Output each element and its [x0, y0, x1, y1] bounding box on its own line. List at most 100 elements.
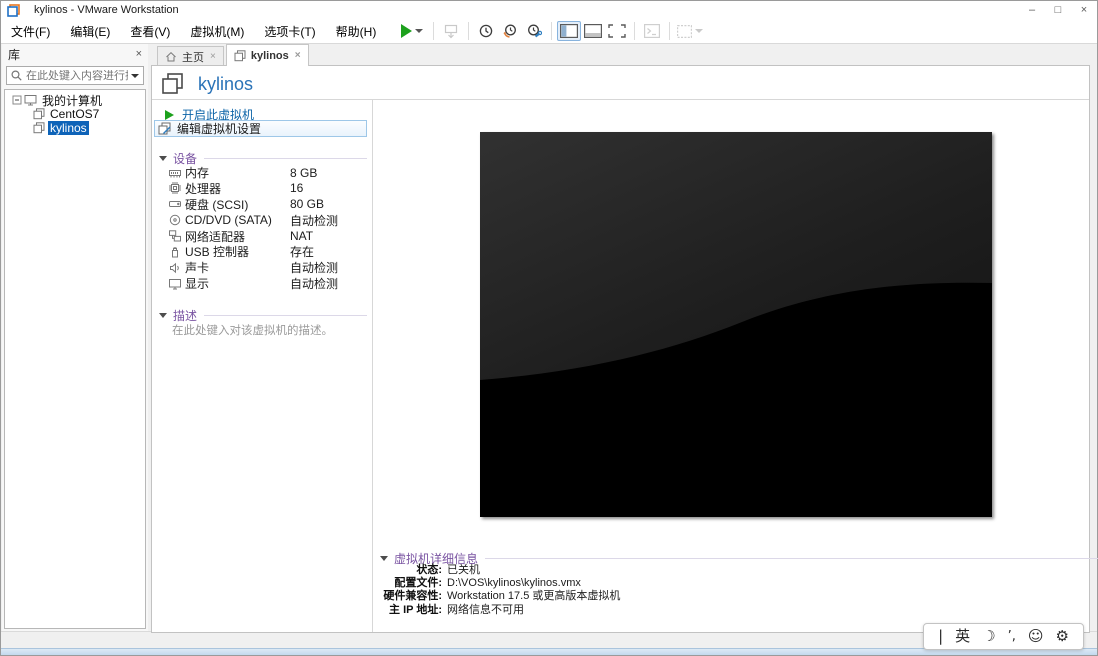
device-row-memory[interactable]: 内存 8 GB — [169, 164, 369, 180]
ime-moon-icon[interactable]: ☽ — [982, 624, 995, 649]
menu-item-1[interactable]: 编辑(E) — [60, 20, 120, 43]
tree-item-kylinos[interactable]: kylinos — [5, 121, 145, 135]
close-button[interactable]: × — [1071, 1, 1097, 19]
collapse-triangle-icon — [159, 156, 167, 161]
vm-icon — [33, 108, 45, 120]
take-snapshot-button[interactable] — [474, 21, 498, 41]
network-icon — [169, 230, 185, 242]
expander-icon[interactable] — [12, 95, 22, 105]
tab-close-icon[interactable]: × — [210, 51, 216, 62]
ime-language-mode-icon[interactable]: 英 — [955, 624, 970, 649]
ime-gear-icon[interactable]: ⚙ — [1056, 624, 1069, 649]
revert-snapshot-button[interactable] — [498, 21, 522, 41]
maximize-button[interactable]: □ — [1045, 1, 1071, 19]
description-placeholder[interactable]: 在此处键入对该虚拟机的描述。 — [172, 322, 333, 338]
device-name: USB 控制器 — [185, 245, 250, 260]
ime-text-caret-icon[interactable]: | — [938, 624, 943, 649]
divider — [152, 99, 1089, 100]
tab-主页[interactable]: 主页 × — [157, 46, 224, 66]
tab-kylinos[interactable]: kylinos × — [225, 44, 309, 66]
library-panel-icon — [560, 24, 579, 38]
menu-item-4[interactable]: 选项卡(T) — [254, 20, 325, 43]
detail-value: D:\VOS\kylinos\kylinos.vmx — [447, 577, 581, 590]
tab-close-icon[interactable]: × — [295, 50, 301, 61]
device-value: 自动检测 — [290, 277, 339, 292]
device-row-processor[interactable]: 处理器 16 — [169, 180, 369, 196]
menu-item-0[interactable]: 文件(F) — [1, 20, 60, 43]
enter-fullscreen-button[interactable] — [605, 21, 629, 41]
vm-summary-panel: kylinos 开启此虚拟机 编辑虚拟机设置 设备 内存 8 GB 处理器 16 硬盘 … — [151, 65, 1098, 633]
device-row-network[interactable]: 网络适配器 NAT — [169, 228, 369, 244]
device-name: 硬盘 (SCSI) — [185, 197, 249, 212]
device-name: 显示 — [185, 277, 210, 292]
menu-item-2[interactable]: 查看(V) — [120, 20, 180, 43]
tree-root-my-computer[interactable]: 我的计算机 — [5, 93, 145, 108]
vm-icon — [162, 73, 183, 94]
menubar: 文件(F) 编辑(E) 查看(V) 虚拟机(M) 选项卡(T) 帮助(H) — [1, 19, 1097, 44]
unity-mode-button — [675, 21, 705, 41]
play-icon — [165, 109, 174, 120]
device-row-cd[interactable]: CD/DVD (SATA) 自动检测 — [169, 212, 369, 228]
detail-row: 硬件兼容性: Workstation 17.5 或更高版本虚拟机 — [380, 590, 620, 603]
processor-icon — [169, 182, 185, 195]
menu-item-3[interactable]: 虚拟机(M) — [180, 20, 254, 43]
detail-label: 主 IP 地址: — [389, 603, 442, 616]
tab-strip: 主页 × kylinos × — [151, 44, 1089, 66]
ime-emoji-icon[interactable]: ☺ — [1028, 624, 1044, 649]
search-input[interactable] — [26, 69, 128, 82]
edit-vm-settings-link[interactable]: 编辑虚拟机设置 — [154, 120, 367, 137]
library-search[interactable] — [6, 66, 144, 85]
device-name: 网络适配器 — [185, 229, 246, 244]
library-sidebar: 库 × 我的计算机CentOS7kylinos — [2, 44, 148, 631]
minimize-button[interactable]: – — [1019, 1, 1045, 19]
vm-title-row: kylinos — [161, 72, 253, 96]
library-close-icon[interactable]: × — [136, 48, 142, 60]
device-value: 存在 — [290, 245, 315, 260]
snapshot-manager-icon — [528, 24, 543, 38]
unity-mode-icon — [677, 24, 693, 38]
device-row-display[interactable]: 显示 自动检测 — [169, 275, 369, 291]
edit-settings-icon — [158, 122, 171, 135]
ime-punctuation-mode-icon[interactable]: ’, — [1008, 624, 1016, 649]
device-row-usb[interactable]: USB 控制器 存在 — [169, 243, 369, 259]
input-method-bar: | 英 ☽ ’, ☺ ⚙ — [923, 623, 1084, 650]
tab-label: 主页 — [182, 51, 204, 64]
play-icon — [401, 24, 413, 38]
tree-item-centos7[interactable]: CentOS7 — [5, 107, 145, 121]
memory-icon — [169, 167, 185, 179]
library-title: 库 — [8, 47, 21, 62]
edit-vm-settings-label: 编辑虚拟机设置 — [177, 122, 262, 136]
chevron-down-icon — [695, 29, 704, 33]
device-row-sound[interactable]: 声卡 自动检测 — [169, 259, 369, 275]
divider — [204, 158, 367, 159]
device-row-disk[interactable]: 硬盘 (SCSI) 80 GB — [169, 196, 369, 212]
console-view-button — [640, 21, 664, 41]
computer-icon — [24, 94, 37, 106]
device-value: 自动检测 — [290, 261, 339, 276]
detail-value: 已关机 — [447, 564, 480, 576]
menu-item-5[interactable]: 帮助(H) — [326, 20, 387, 43]
detail-value: Workstation 17.5 或更高版本虚拟机 — [447, 590, 621, 603]
console-icon — [644, 24, 661, 38]
search-dropdown-icon[interactable] — [131, 73, 139, 78]
home-icon — [165, 51, 177, 63]
power-on-button[interactable] — [396, 21, 428, 41]
sound-icon — [169, 262, 185, 274]
toolbar — [396, 21, 705, 41]
show-thumbnail-bar-button[interactable] — [581, 21, 605, 41]
window-title: kylinos - VMware Workstation — [34, 4, 179, 16]
fullscreen-icon — [608, 24, 627, 38]
snapshot-manager-button[interactable] — [522, 21, 546, 41]
devices-list: 内存 8 GB 处理器 16 硬盘 (SCSI) 80 GB CD/DVD (SATA) 自动… — [169, 164, 369, 291]
ctrl-alt-del-icon — [445, 24, 458, 39]
detail-label: 硬件兼容性: — [383, 590, 442, 603]
detail-label: 状态: — [416, 564, 442, 576]
window-controls: – □ × — [1019, 1, 1097, 19]
detail-label: 配置文件: — [394, 577, 442, 590]
vm-screen-preview[interactable] — [480, 132, 992, 517]
cd-icon — [169, 214, 185, 226]
show-library-button[interactable] — [557, 21, 582, 41]
chevron-down-icon — [415, 29, 424, 33]
device-value: 8 GB — [290, 165, 318, 180]
vm-icon — [33, 122, 45, 134]
